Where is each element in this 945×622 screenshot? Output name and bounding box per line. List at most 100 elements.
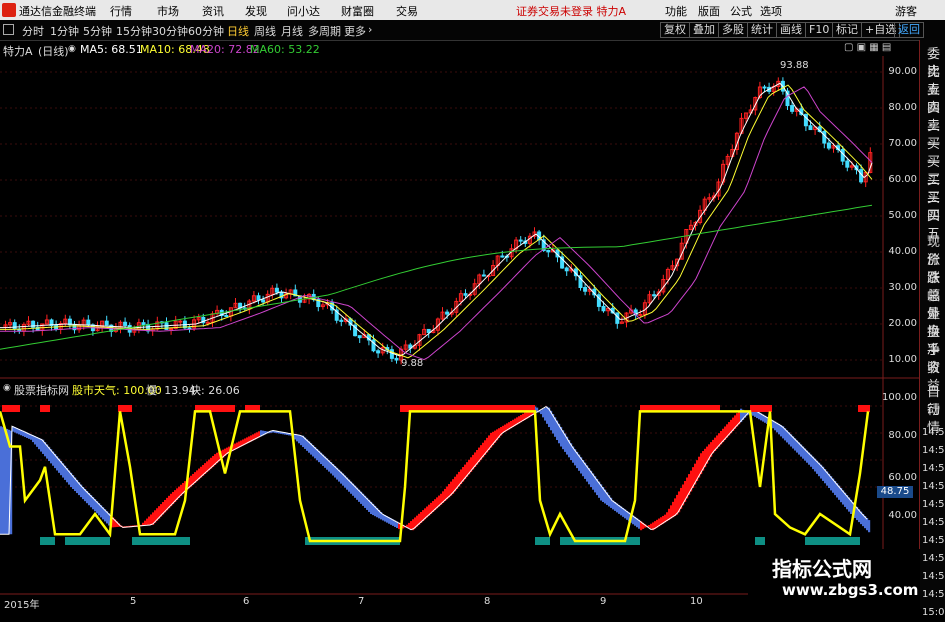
candle-body — [826, 142, 831, 149]
mark-button[interactable]: 标记 — [832, 22, 862, 38]
indicator-band-segment — [674, 498, 677, 516]
sidebar-item-bid2[interactable]: 买二 — [921, 154, 945, 188]
price-tick: 10.00 — [888, 354, 917, 365]
f10-button[interactable]: F10 — [805, 22, 834, 38]
menu-quotes[interactable]: 行情 — [110, 3, 132, 19]
menu-market[interactable]: 市场 — [157, 3, 179, 19]
sidebar-item-ask4[interactable]: 卖四 — [921, 82, 945, 116]
sidebar-item-earnings[interactable]: 收益 — [921, 360, 945, 394]
tab-1min[interactable]: 1分钟 — [50, 23, 79, 39]
sidebar-item-net-assets[interactable]: 净资 — [921, 342, 945, 376]
settings-icon[interactable]: ◉ — [68, 44, 76, 54]
draw-button[interactable]: 画线 — [776, 22, 806, 38]
indicator-band-segment — [4, 428, 7, 535]
menu-layout[interactable]: 版面 — [698, 3, 720, 19]
sidebar-item-ask1[interactable]: 卖一 — [921, 118, 945, 152]
candle-body — [12, 322, 17, 330]
tab-5min[interactable]: 5分钟 — [83, 23, 112, 39]
tab-monthly[interactable]: 月线 — [281, 23, 303, 39]
menu-news[interactable]: 资讯 — [202, 3, 224, 19]
multi-stock-button[interactable]: 多股 — [718, 22, 748, 38]
tab-more[interactable]: 更多 — [344, 23, 366, 39]
tab-30min[interactable]: 30分钟 — [152, 23, 188, 39]
ma60-value: MA60: 53.22 — [250, 43, 320, 56]
time-tick: 6 — [243, 596, 250, 607]
indicator-band-segment — [36, 437, 39, 447]
sidebar-item-turnover[interactable]: 换手 — [921, 324, 945, 358]
time-tick: 9 — [600, 596, 607, 607]
tab-60min[interactable]: 60分钟 — [188, 23, 224, 39]
sidebar-item-auto[interactable]: 自动 — [921, 384, 945, 418]
menu-wealth[interactable]: 财富圈 — [341, 3, 374, 19]
candle-body — [256, 295, 261, 301]
overlay-button[interactable]: 叠加 — [689, 22, 719, 38]
indicator-band-segment — [650, 523, 653, 529]
price-tick: 60.00 — [888, 174, 917, 185]
time-tick: 5 — [130, 596, 137, 607]
candle-body — [822, 131, 827, 144]
sidebar-item-bid1[interactable]: 买一 — [921, 136, 945, 170]
menu-guest[interactable]: 游客 — [895, 3, 917, 19]
watermark-title: 指标公式网 — [772, 557, 872, 581]
sidebar-item-change[interactable]: 涨跌 — [921, 252, 945, 286]
time-tick: 7 — [358, 596, 365, 607]
sidebar-item-outer[interactable]: 外盘 — [921, 306, 945, 340]
indicator-band-segment — [2, 427, 5, 535]
adjust-button[interactable]: 复权 — [660, 22, 690, 38]
indicator-settings-icon[interactable]: ◉ — [3, 383, 11, 393]
sidebar-item-volume[interactable]: 总量 — [921, 288, 945, 322]
price-header: 特力A (日线) ◉ MA5: 68.51 MA10: 68.48 MA20: … — [0, 41, 920, 58]
candle-body — [146, 323, 151, 332]
indicator-band-segment — [6, 428, 9, 535]
oversold-marker — [132, 537, 190, 545]
stats-button[interactable]: 统计 — [747, 22, 777, 38]
tab-15min[interactable]: 15分钟 — [116, 23, 152, 39]
oversold-marker — [65, 537, 110, 545]
sidebar-item-bid3[interactable]: 买三 — [921, 172, 945, 206]
candle-body — [445, 311, 450, 315]
candle-body — [123, 321, 128, 326]
menu-trade[interactable]: 交易 — [396, 3, 418, 19]
candle-body — [394, 357, 399, 361]
candle-body — [86, 319, 91, 326]
candle-body — [601, 305, 606, 312]
candle-body — [169, 327, 174, 330]
overbought-marker — [858, 405, 870, 412]
menu-options[interactable]: 选项 — [760, 3, 782, 19]
sidebar-item-ask5[interactable]: 卖五 — [921, 64, 945, 98]
overbought-marker — [2, 405, 20, 412]
tab-weekly[interactable]: 周线 — [254, 23, 276, 39]
sidebar-item-change-pct[interactable]: 涨幅 — [921, 270, 945, 304]
candle-body — [178, 320, 183, 323]
menu-assistant[interactable]: 问小达 — [287, 3, 320, 19]
sidebar-item-price[interactable]: 现价 — [921, 234, 945, 268]
price-tick: 50.00 — [888, 210, 917, 221]
sidebar-item-bid-ratio[interactable]: 委比 — [921, 46, 945, 80]
candle-body — [141, 322, 146, 325]
back-button[interactable]: 返回 — [894, 22, 924, 38]
sidebar-item-quotes[interactable]: 行情 — [921, 402, 945, 436]
price-tick: 80.00 — [888, 102, 917, 113]
candle-body — [224, 315, 229, 318]
sidebar-item-ask3[interactable]: 卖三 — [921, 100, 945, 134]
menu-formula[interactable]: 公式 — [730, 3, 752, 19]
sidebar-time-list: 14:5014:5114:5214:5314:5414:5514:5614:57… — [922, 427, 945, 618]
price-tick: 90.00 — [888, 66, 917, 77]
indicator-band-segment — [146, 518, 149, 526]
menu-bar: 通达信金融终端 行情 市场 资讯 发现 问小达 财富圈 交易 证券交易未登录 特… — [0, 0, 945, 21]
login-notice[interactable]: 证券交易未登录 特力A — [516, 3, 626, 19]
slow-line — [0, 410, 870, 543]
menu-toggle-icon[interactable] — [3, 24, 14, 35]
candle-body — [790, 105, 795, 112]
menu-function[interactable]: 功能 — [665, 3, 687, 19]
chart-controls-icon[interactable]: ▢ ▣ ▦ ▤ — [844, 42, 891, 53]
oversold-marker — [40, 537, 55, 545]
menu-discover[interactable]: 发现 — [245, 3, 267, 19]
tab-daily[interactable]: 日线 — [227, 23, 249, 39]
candle-body — [205, 321, 210, 324]
sidebar-item-bid4[interactable]: 买四 — [921, 190, 945, 224]
tab-intraday[interactable]: 分时 — [22, 23, 44, 39]
tab-multi-period[interactable]: 多周期 — [308, 23, 341, 39]
candle-body — [463, 293, 468, 296]
sidebar-item-bid5[interactable]: 买五 — [921, 208, 945, 242]
